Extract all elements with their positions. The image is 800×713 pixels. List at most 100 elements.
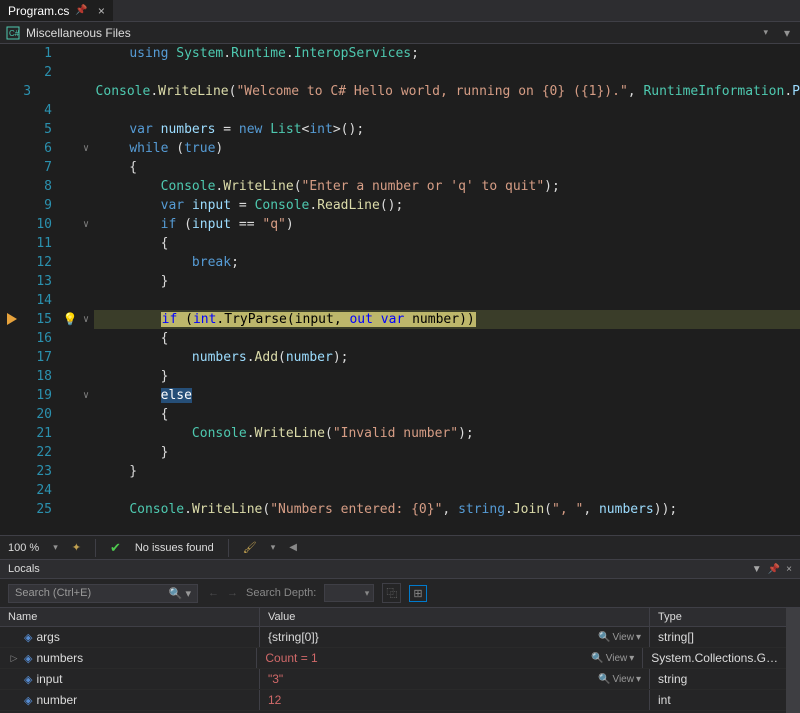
code-line[interactable]: 1 using System.Runtime.InteropServices; <box>0 44 800 63</box>
var-name-cell[interactable]: ▷◈numbers <box>0 648 257 668</box>
col-header-name[interactable]: Name <box>0 608 260 626</box>
code-content[interactable] <box>94 63 800 82</box>
col-header-type[interactable]: Type <box>650 608 786 626</box>
code-line[interactable]: 23 } <box>0 462 800 481</box>
breakpoint-margin[interactable] <box>0 329 24 348</box>
breakpoint-margin[interactable] <box>0 405 24 424</box>
code-line[interactable]: 12 break; <box>0 253 800 272</box>
issues-label[interactable]: No issues found <box>135 542 214 554</box>
code-content[interactable]: numbers.Add(number); <box>94 348 800 367</box>
visualizer-link[interactable]: 🔍 View ▾ <box>591 653 634 664</box>
breakpoint-margin[interactable] <box>0 63 24 82</box>
code-content[interactable]: { <box>94 158 800 177</box>
scope-dropdown[interactable]: Miscellaneous Files ▾ <box>26 26 774 40</box>
locals-search-input[interactable]: Search (Ctrl+E) 🔍 ▾ <box>8 584 198 603</box>
code-content[interactable] <box>94 291 800 310</box>
breakpoint-margin[interactable] <box>0 348 24 367</box>
code-content[interactable]: var input = Console.ReadLine(); <box>94 196 800 215</box>
code-line[interactable]: 6∨ while (true) <box>0 139 800 158</box>
breakpoint-margin[interactable] <box>0 367 24 386</box>
code-content[interactable] <box>94 481 800 500</box>
breakpoint-margin[interactable] <box>0 234 24 253</box>
chevron-down-icon[interactable]: ▾ <box>780 26 794 40</box>
breakpoint-margin[interactable] <box>0 424 24 443</box>
col-header-value[interactable]: Value <box>260 608 650 626</box>
var-name-cell[interactable]: ◈args <box>0 627 260 647</box>
code-content[interactable]: if (int.TryParse(input, out var number)) <box>94 310 800 329</box>
breakpoint-margin[interactable] <box>0 462 24 481</box>
code-line[interactable]: 3 Console.WriteLine("Welcome to C# Hello… <box>0 82 800 101</box>
code-content[interactable]: Console.WriteLine("Enter a number or 'q'… <box>94 177 800 196</box>
code-content[interactable]: var numbers = new List<int>(); <box>94 120 800 139</box>
file-tab[interactable]: Program.cs 📌 × <box>0 0 113 21</box>
dropdown-icon[interactable]: ▼ <box>752 564 762 575</box>
code-line[interactable]: 17 numbers.Add(number); <box>0 348 800 367</box>
code-content[interactable]: if (input == "q") <box>94 215 800 234</box>
dropdown-icon[interactable]: ▾ <box>271 542 276 553</box>
breakpoint-margin[interactable] <box>0 481 24 500</box>
code-content[interactable]: while (true) <box>94 139 800 158</box>
code-content[interactable]: else <box>94 386 800 405</box>
code-content[interactable]: } <box>94 272 800 291</box>
code-line[interactable]: 14 <box>0 291 800 310</box>
locals-row[interactable]: ◈args{string[0]}🔍 View ▾string[] <box>0 627 786 648</box>
code-line[interactable]: 11 { <box>0 234 800 253</box>
code-line[interactable]: 4 <box>0 101 800 120</box>
locals-row[interactable]: ◈input"3"🔍 View ▾string <box>0 669 786 690</box>
breakpoint-margin[interactable] <box>0 253 24 272</box>
visualizer-link[interactable]: 🔍 View ▾ <box>598 632 641 643</box>
breakpoint-margin[interactable] <box>0 82 14 101</box>
code-line[interactable]: 9 var input = Console.ReadLine(); <box>0 196 800 215</box>
breakpoint-margin[interactable] <box>0 500 24 519</box>
code-line[interactable]: 10∨ if (input == "q") <box>0 215 800 234</box>
scrollbar[interactable] <box>786 608 800 713</box>
code-line[interactable]: 25 Console.WriteLine("Numbers entered: {… <box>0 500 800 519</box>
fold-toggle[interactable]: ∨ <box>78 215 94 234</box>
fold-toggle[interactable]: ∨ <box>78 310 94 329</box>
code-content[interactable]: { <box>94 234 800 253</box>
code-content[interactable] <box>94 101 800 120</box>
code-line[interactable]: 15💡∨ if (int.TryParse(input, out var num… <box>0 310 800 329</box>
fold-toggle[interactable]: ∨ <box>78 386 94 405</box>
breakpoint-margin[interactable] <box>0 386 24 405</box>
code-editor[interactable]: 1 using System.Runtime.InteropServices;2… <box>0 44 800 535</box>
breakpoint-margin[interactable] <box>0 196 24 215</box>
close-icon[interactable]: × <box>98 4 105 18</box>
nav-prev-icon[interactable]: ◀ <box>289 542 297 553</box>
zoom-dropdown-icon[interactable]: ▾ <box>53 542 58 553</box>
breakpoint-margin[interactable] <box>0 215 24 234</box>
breakpoint-margin[interactable] <box>0 291 24 310</box>
code-line[interactable]: 22 } <box>0 443 800 462</box>
breakpoint-margin[interactable] <box>0 101 24 120</box>
locals-row[interactable]: ◈number12int <box>0 690 786 711</box>
breakpoint-margin[interactable] <box>0 310 24 329</box>
pin-icon[interactable]: 📌 <box>768 564 780 575</box>
code-line[interactable]: 19∨ else <box>0 386 800 405</box>
var-value-cell[interactable]: "3"🔍 View ▾ <box>260 669 650 689</box>
code-content[interactable]: } <box>94 367 800 386</box>
nav-forward-icon[interactable]: → <box>227 587 238 599</box>
code-content[interactable]: { <box>94 405 800 424</box>
code-content[interactable]: } <box>94 443 800 462</box>
code-line[interactable]: 18 } <box>0 367 800 386</box>
var-name-cell[interactable]: ◈input <box>0 669 260 689</box>
lightbulb-toggle-icon[interactable]: ✦ <box>72 541 81 554</box>
visualizer-link[interactable]: 🔍 View ▾ <box>598 674 641 685</box>
pin-icon[interactable]: 📌 <box>75 5 87 16</box>
fold-toggle[interactable]: ∨ <box>78 139 94 158</box>
code-content[interactable]: Console.WriteLine("Numbers entered: {0}"… <box>94 500 800 519</box>
code-content[interactable]: } <box>94 462 800 481</box>
nav-back-icon[interactable]: ← <box>208 587 219 599</box>
code-line[interactable]: 2 <box>0 63 800 82</box>
code-line[interactable]: 21 Console.WriteLine("Invalid number"); <box>0 424 800 443</box>
code-line[interactable]: 24 <box>0 481 800 500</box>
code-content[interactable]: Console.WriteLine("Invalid number"); <box>94 424 800 443</box>
lightbulb-icon[interactable]: 💡 <box>63 312 78 326</box>
breakpoint-margin[interactable] <box>0 44 24 63</box>
code-line[interactable]: 20 { <box>0 405 800 424</box>
depth-dropdown[interactable]: ▾ <box>324 584 374 602</box>
breakpoint-margin[interactable] <box>0 120 24 139</box>
code-content[interactable]: break; <box>94 253 800 272</box>
breakpoint-margin[interactable] <box>0 139 24 158</box>
var-value-cell[interactable]: 12 <box>260 690 650 710</box>
